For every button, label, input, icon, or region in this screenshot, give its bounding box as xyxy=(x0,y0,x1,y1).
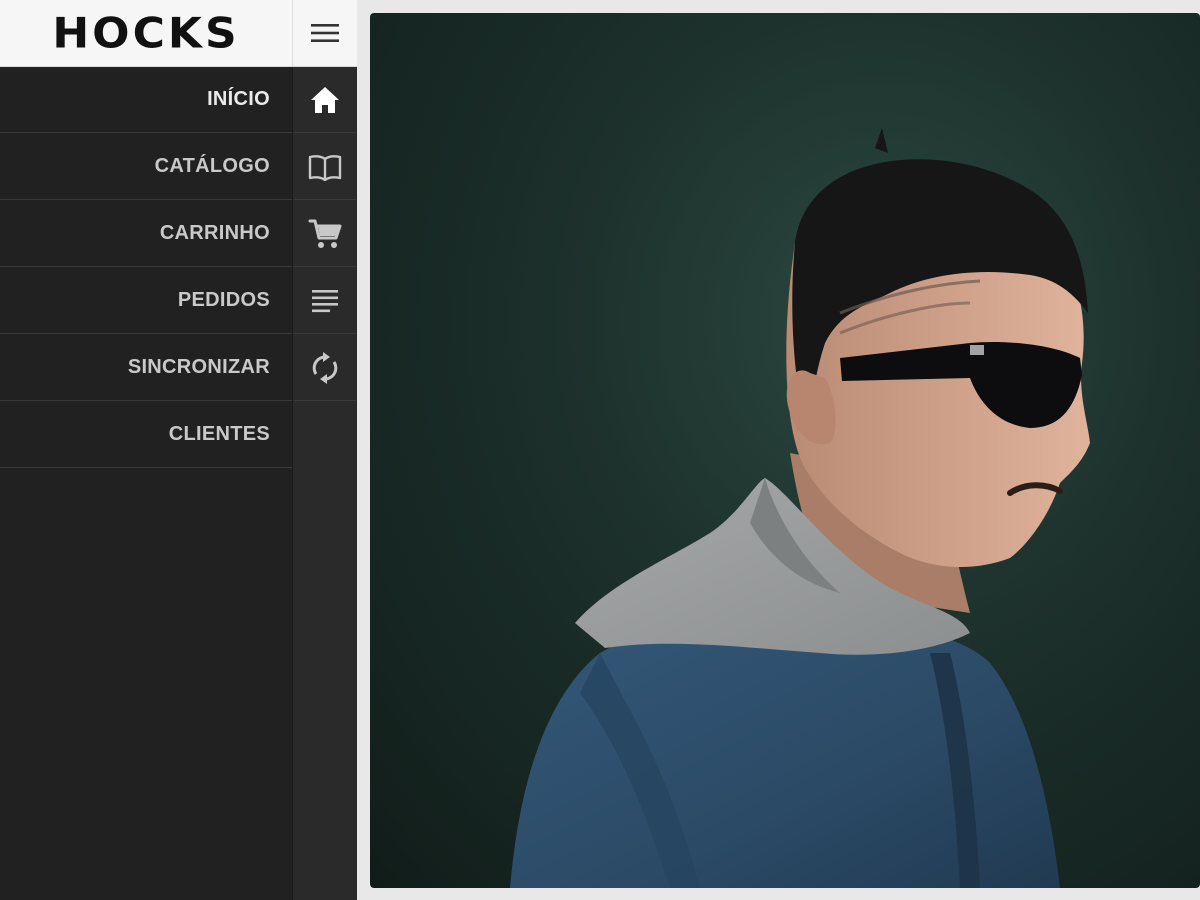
brand-logo: HOCKS xyxy=(52,8,240,58)
rail-cart-button[interactable] xyxy=(293,201,356,267)
sidebar-item-label: CARRINHO xyxy=(159,222,270,244)
book-icon xyxy=(308,154,341,181)
sync-icon xyxy=(312,351,337,384)
home-icon xyxy=(310,86,339,113)
logo-bar: HOCKS xyxy=(0,0,292,67)
sidebar-item-label: PEDIDOS xyxy=(177,289,270,311)
model-photo xyxy=(370,13,1200,888)
cart-icon xyxy=(308,219,341,248)
sidebar-item-inicio[interactable]: INÍCIO xyxy=(0,67,292,133)
sidebar-item-label: CATÁLOGO xyxy=(154,155,270,177)
sidebar-item-label: INÍCIO xyxy=(207,88,270,110)
sidebar-item-pedidos[interactable]: PEDIDOS xyxy=(0,268,292,334)
hero-image xyxy=(370,13,1200,888)
hamburger-menu-icon xyxy=(311,24,339,42)
rail-orders-button[interactable] xyxy=(293,268,356,334)
rail-home-button[interactable] xyxy=(293,67,356,133)
sidebar-item-label: SINCRONIZAR xyxy=(127,356,270,378)
sidebar-item-label: CLIENTES xyxy=(168,423,270,445)
rail-sync-button[interactable] xyxy=(293,335,356,401)
menu-toggle-button[interactable] xyxy=(292,0,357,67)
sidebar: INÍCIO CATÁLOGO CARRINHO PEDIDOS SINCRON… xyxy=(0,67,292,900)
sidebar-item-carrinho[interactable]: CARRINHO xyxy=(0,201,292,267)
rail-catalog-button[interactable] xyxy=(293,134,356,200)
sidebar-item-clientes[interactable]: CLIENTES xyxy=(0,402,292,468)
sidebar-item-sincronizar[interactable]: SINCRONIZAR xyxy=(0,335,292,401)
list-icon xyxy=(311,289,338,312)
sidebar-item-catalogo[interactable]: CATÁLOGO xyxy=(0,134,292,200)
sidebar-icon-rail xyxy=(292,67,357,900)
